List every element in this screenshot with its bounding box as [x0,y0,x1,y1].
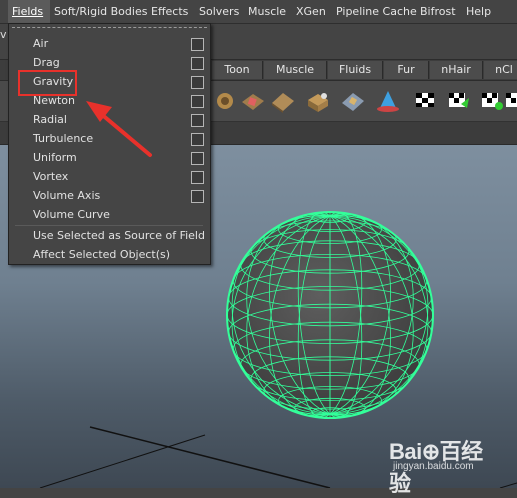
menu-item-turbulence[interactable]: Turbulence [33,129,93,148]
checker-flag-icon[interactable] [412,88,438,114]
clipped-label: v [0,28,7,41]
menu-soft-rigid-bodies[interactable]: Soft/Rigid Bodies [54,0,147,23]
tab-fur[interactable]: Fur [384,61,429,79]
menu-solvers[interactable]: Solvers [199,0,239,23]
texture-plane-icon[interactable] [340,88,366,114]
ground-plane-icon[interactable] [270,88,296,114]
turbulence-option-box[interactable] [191,133,204,146]
uniform-option-box[interactable] [191,152,204,165]
menu-pipeline-cache[interactable]: Pipeline Cache [336,0,417,23]
drag-option-box[interactable] [191,57,204,70]
menu-item-vortex[interactable]: Vortex [33,167,68,186]
menu-bifrost[interactable]: Bifrost [420,0,456,23]
menu-item-volume-axis[interactable]: Volume Axis [33,186,100,205]
grid-line [39,434,206,488]
tab-ncloth[interactable]: nCl [484,61,517,79]
menu-tearoff[interactable] [12,27,207,32]
plane-field-icon[interactable] [240,88,266,114]
menu-bar: Fields Soft/Rigid Bodies Effects Solvers… [0,0,517,24]
fields-menu: Air Drag Gravity Newton Radial Turbulenc… [8,23,211,265]
menu-item-air[interactable]: Air [33,34,48,53]
gravity-option-box[interactable] [191,76,204,89]
menu-item-volume-curve[interactable]: Volume Curve [33,205,110,224]
newton-option-box[interactable] [191,95,204,108]
tab-muscle[interactable]: Muscle [264,61,327,79]
tab-nhair[interactable]: nHair [430,61,483,79]
checker-partial-icon[interactable] [506,88,517,114]
volume-axis-option-box[interactable] [191,190,204,203]
polygon-sphere[interactable] [226,211,434,419]
checker-cloth-icon[interactable] [478,88,504,114]
shelf-tool-icon[interactable] [212,88,238,114]
menu-help[interactable]: Help [466,0,491,23]
menu-xgen[interactable]: XGen [296,0,326,23]
menu-item-affect-selected[interactable]: Affect Selected Object(s) [33,245,170,264]
vortex-option-box[interactable] [191,171,204,184]
box-object-icon[interactable] [305,88,331,114]
menu-effects[interactable]: Effects [151,0,188,23]
menu-fields[interactable]: Fields [8,0,50,23]
menu-muscle[interactable]: Muscle [248,0,286,23]
grid-line [89,426,331,488]
radial-option-box[interactable] [191,114,204,127]
gravity-highlight-box [18,70,77,96]
menu-item-radial[interactable]: Radial [33,110,67,129]
tab-fluids[interactable]: Fluids [328,61,383,79]
watermark-logo: Bai⊕百经验 jingyan.baidu.com [387,434,487,496]
grid-line [499,482,517,488]
cone-emitter-icon[interactable] [375,88,401,114]
tab-toon[interactable]: Toon [212,61,263,79]
checker-arrow-icon[interactable] [445,88,471,114]
menu-item-use-selected-as-source[interactable]: Use Selected as Source of Field [33,226,205,245]
menu-item-uniform[interactable]: Uniform [33,148,77,167]
watermark-url: jingyan.baidu.com [393,461,474,472]
air-option-box[interactable] [191,38,204,51]
